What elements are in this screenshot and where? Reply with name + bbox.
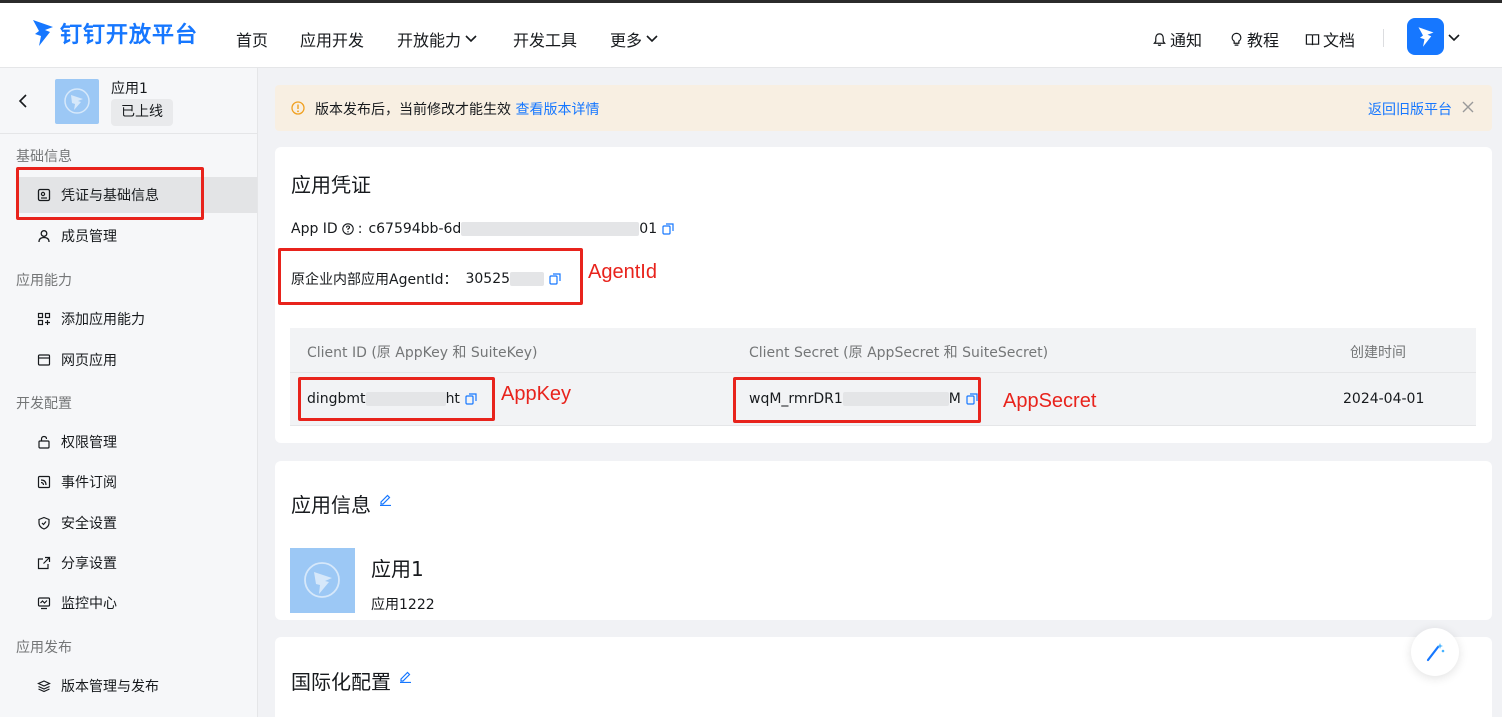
sidebar-item-permissions[interactable]: 权限管理 <box>16 424 257 460</box>
app-info-card: 应用信息 应用1 应用1222 <box>275 461 1492 620</box>
notify-link[interactable]: 通知 <box>1152 27 1202 51</box>
brand[interactable]: 钉钉开放平台 <box>30 17 198 49</box>
tutorial-link[interactable]: 教程 <box>1229 27 1279 51</box>
app-info-desc: 应用1222 <box>371 597 435 613</box>
edit-icon[interactable] <box>379 493 392 506</box>
sidebar-app-header: 应用1 已上线 <box>0 68 257 134</box>
layers-icon <box>37 680 51 693</box>
help-icon[interactable] <box>341 223 354 235</box>
notice-banner: 版本发布后，当前修改才能生效 查看版本详情 返回旧版平台 <box>275 85 1492 131</box>
annotation-label-agent-id: AgentId <box>588 261 657 283</box>
sidebar-item-add-capability[interactable]: 添加应用能力 <box>16 301 257 337</box>
annotation-box-appkey <box>298 377 495 421</box>
dingtalk-logo-icon <box>1418 26 1433 47</box>
annotation-box-agent-id <box>278 248 583 305</box>
nav-dev-tools[interactable]: 开发工具 <box>513 27 577 51</box>
sidebar-group-release: 应用发布 <box>16 640 72 656</box>
bell-icon <box>1153 32 1166 46</box>
copy-icon[interactable] <box>662 223 674 235</box>
book-icon <box>1305 33 1320 45</box>
sidebar-item-monitor[interactable]: 监控中心 <box>16 585 257 621</box>
back-old-platform-link[interactable]: 返回旧版平台 <box>1368 99 1452 119</box>
brand-title: 钉钉开放平台 <box>60 23 199 48</box>
created-date: 2024-04-01 <box>1343 391 1425 407</box>
i18n-title: 国际化配置 <box>291 670 391 694</box>
sidebar-item-web-app[interactable]: 网页应用 <box>16 342 257 378</box>
sidebar-item-security[interactable]: 安全设置 <box>16 505 257 541</box>
docs-link[interactable]: 文档 <box>1305 27 1355 51</box>
app-name: 应用1 <box>111 81 148 97</box>
lock-icon <box>38 435 50 449</box>
annotation-label-appkey: AppKey <box>501 383 572 405</box>
app-info-name: 应用1 <box>371 557 424 581</box>
sidebar-group-basic: 基础信息 <box>16 149 72 165</box>
dingtalk-logo-icon <box>33 20 53 46</box>
sidebar: 应用1 已上线 基础信息 凭证与基础信息 成员管理 应用能力 添加应用能力 网页… <box>0 68 258 717</box>
annotation-box-appsecret <box>733 377 981 423</box>
column-client-id: Client ID (原 AppKey 和 SuiteKey) <box>307 345 538 361</box>
share-icon <box>37 556 51 570</box>
sidebar-item-events[interactable]: 事件订阅 <box>16 464 257 500</box>
browser-icon <box>37 354 51 366</box>
chevron-down-icon <box>646 35 658 43</box>
app-icon-image <box>290 548 355 613</box>
masked-value <box>461 222 640 236</box>
nav-app-dev[interactable]: 应用开发 <box>300 27 364 51</box>
column-client-secret: Client Secret (原 AppSecret 和 SuiteSecret… <box>749 345 1049 361</box>
magic-wand-icon <box>1426 643 1445 662</box>
credentials-table-header: Client ID (原 AppKey 和 SuiteKey) Client S… <box>290 328 1476 372</box>
chevron-down-icon[interactable] <box>1448 34 1460 42</box>
user-avatar[interactable] <box>1407 18 1444 55</box>
status-badge: 已上线 <box>111 99 173 126</box>
sidebar-group-dev-config: 开发配置 <box>16 396 72 412</box>
rss-icon <box>37 475 51 489</box>
annotation-label-appsecret: AppSecret <box>1003 390 1097 412</box>
shield-icon <box>38 516 50 530</box>
notice-text: 版本发布后，当前修改才能生效 查看版本详情 <box>315 102 600 118</box>
chevron-down-icon <box>465 35 477 43</box>
nav-open-capability[interactable]: 开放能力 <box>397 27 477 51</box>
nav-divider <box>1383 29 1384 47</box>
nav-more[interactable]: 更多 <box>610 27 658 51</box>
sidebar-item-versions[interactable]: 版本管理与发布 <box>16 668 257 704</box>
top-navbar: 钉钉开放平台 首页 应用开发 开放能力 开发工具 更多 通知 教程 文档 <box>0 0 1502 68</box>
close-icon[interactable] <box>1462 101 1474 113</box>
sidebar-item-members[interactable]: 成员管理 <box>16 218 257 254</box>
nav-home[interactable]: 首页 <box>236 27 268 51</box>
apps-icon <box>37 312 51 326</box>
user-icon <box>38 230 50 243</box>
i18n-card: 国际化配置 <box>275 637 1492 717</box>
ai-assistant-button[interactable] <box>1411 628 1459 676</box>
credentials-title: 应用凭证 <box>291 173 371 197</box>
back-icon[interactable] <box>18 94 28 108</box>
lightbulb-icon <box>1231 32 1242 46</box>
version-detail-link[interactable]: 查看版本详情 <box>515 102 599 118</box>
annotation-box-credentials <box>16 167 204 220</box>
monitor-icon <box>37 597 51 610</box>
column-created: 创建时间 <box>1350 345 1406 361</box>
app-thumbnail <box>55 79 99 124</box>
sidebar-item-share[interactable]: 分享设置 <box>16 545 257 581</box>
edit-icon[interactable] <box>399 670 412 683</box>
app-info-title: 应用信息 <box>291 493 371 517</box>
info-icon <box>291 101 305 115</box>
app-id-row: App ID : c67594bb-6d 01 <box>291 221 674 237</box>
sidebar-group-capability: 应用能力 <box>16 273 72 289</box>
